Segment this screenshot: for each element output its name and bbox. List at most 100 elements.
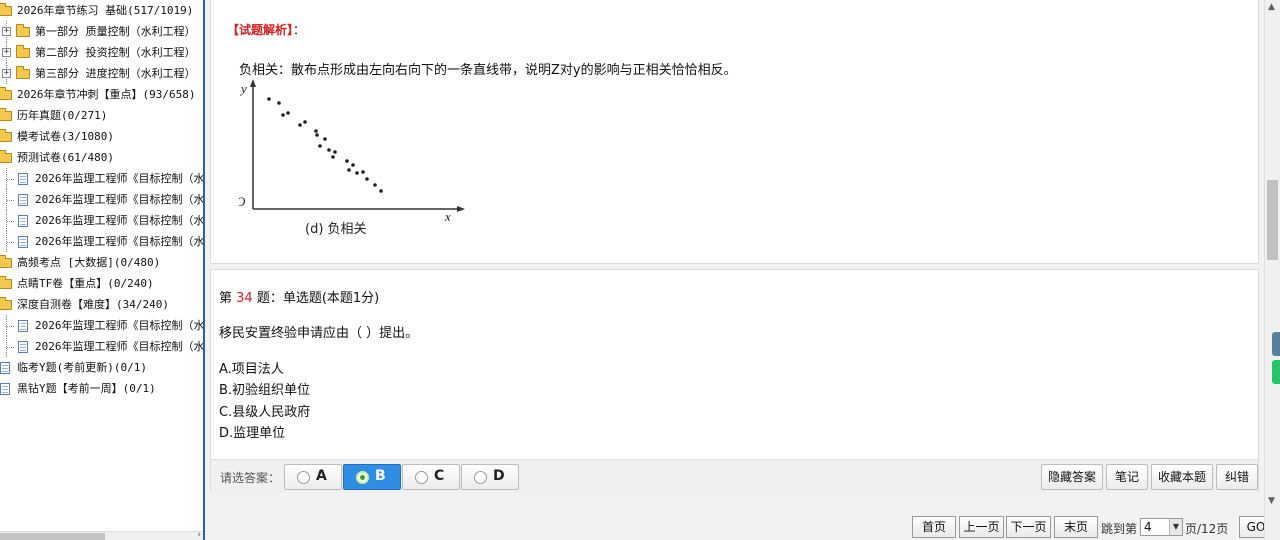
tree-guide-line — [7, 179, 14, 180]
scatter-point — [333, 150, 337, 154]
tree-horizontal-scrollbar[interactable]: › — [0, 530, 203, 540]
pagination: 首页 上一页 下一页 末页 跳到第 4 ▼ 页/12页 GO — [205, 514, 1264, 540]
scroll-up-icon[interactable]: ▲ — [1268, 2, 1275, 12]
tree-node[interactable]: 点睛TF卷【重点】(0/240) — [0, 273, 203, 294]
report-error-button[interactable]: 纠错 — [1216, 464, 1258, 490]
tree-scroll-thumb[interactable] — [0, 533, 105, 540]
page-select[interactable]: 4 ▼ — [1140, 518, 1183, 536]
choice-a-button[interactable]: A — [284, 464, 342, 490]
document-icon — [0, 383, 10, 395]
folder-icon — [0, 129, 12, 142]
scroll-down-icon[interactable]: ▼ — [1268, 496, 1275, 506]
first-page-button[interactable]: 首页 — [912, 516, 956, 538]
folder-open-icon — [0, 3, 12, 16]
tree-guide-line — [7, 347, 14, 348]
scatter-points — [267, 97, 383, 193]
choice-c-button[interactable]: C — [402, 464, 460, 490]
tree-node[interactable]: + 第二部分 投资控制（水利工程） — [0, 42, 203, 63]
notes-button[interactable]: 笔记 — [1106, 464, 1148, 490]
tree-node[interactable]: 模考试卷(3/1080) — [0, 126, 203, 147]
question-panel: 第 34 题：单选题(本题1分) 移民安置终验申请应由（ ）提出。 A.项目法人… — [210, 269, 1259, 493]
document-icon — [18, 215, 28, 227]
bookmark-question-button[interactable]: 收藏本题 — [1151, 464, 1213, 490]
negative-correlation-scatter-figure: y x O — [239, 79, 465, 237]
tree-node[interactable]: 临考Y题(考前更新)(0/1) — [0, 357, 203, 378]
tree-node-label: 2026年章节冲刺【重点】(93/658) — [17, 88, 196, 101]
scatter-point — [327, 148, 331, 152]
folder-icon — [0, 108, 12, 121]
folder-icon — [0, 276, 12, 289]
expand-plus-icon[interactable]: + — [2, 27, 11, 36]
scatter-point — [281, 113, 285, 117]
tree-node-label: 高频考点 [大数据](0/480) — [17, 256, 161, 269]
scatter-point — [323, 137, 327, 141]
figure-x-label: x — [444, 209, 451, 224]
option-b: B.初验组织单位 — [219, 383, 311, 398]
radio-checked-icon — [356, 471, 369, 484]
expand-plus-icon[interactable]: + — [2, 69, 11, 78]
scatter-point — [277, 101, 281, 105]
tree-node[interactable]: 2026年章节练习 基础(517/1019) — [0, 0, 203, 21]
tree-node[interactable]: 预测试卷(61/480) — [0, 147, 203, 168]
last-page-button[interactable]: 末页 — [1054, 516, 1098, 538]
side-tab-1[interactable] — [1272, 332, 1280, 356]
scatter-point — [303, 120, 307, 124]
tree-node[interactable]: 历年真题(0/271) — [0, 105, 203, 126]
option-a: A.项目法人 — [219, 362, 284, 377]
figure-caption: (d) 负相关 — [305, 222, 367, 237]
folder-icon — [16, 24, 30, 37]
side-tab-2[interactable] — [1272, 360, 1280, 384]
radio-icon — [415, 471, 428, 484]
scatter-point — [351, 163, 355, 167]
tree-node[interactable]: 2026年监理工程师《目标控制（水利工程）》 — [0, 231, 203, 252]
tree-node-label: 2026年监理工程师《目标控制（水利工程）》 — [35, 235, 203, 248]
tree-node-label: 历年真题(0/271) — [17, 109, 108, 122]
tree-node-label: 预测试卷(61/480) — [17, 151, 114, 164]
option-d: D.监理单位 — [219, 426, 286, 441]
choice-b-button[interactable]: B — [343, 464, 401, 490]
choice-d-button[interactable]: D — [461, 464, 519, 490]
analysis-title: 【试题解析】： — [227, 23, 306, 37]
tree-node[interactable]: 2026年监理工程师《目标控制（水利工程）》 — [0, 168, 203, 189]
scatter-point — [267, 97, 271, 101]
next-page-button[interactable]: 下一页 — [1006, 516, 1051, 538]
expand-plus-icon[interactable]: + — [2, 48, 11, 57]
tree-node[interactable]: 2026年章节冲刺【重点】(93/658) — [0, 84, 203, 105]
tree-node[interactable]: 黑钻Y题【考前一周】(0/1) — [0, 378, 203, 399]
tree-node[interactable]: 深度自测卷【难度】(34/240) — [0, 294, 203, 315]
tree-node-label: 模考试卷(3/1080) — [17, 130, 114, 143]
document-icon — [18, 236, 28, 248]
scatter-point — [361, 170, 365, 174]
tree-node-label: 2026年监理工程师《目标控制（水利工程）》 — [35, 319, 203, 332]
prev-page-button[interactable]: 上一页 — [959, 516, 1004, 538]
radio-icon — [474, 471, 487, 484]
side-floating-tabs[interactable] — [1272, 332, 1280, 388]
question-stem: 移民安置终验申请应由（ ）提出。 — [219, 326, 419, 341]
folder-icon — [0, 255, 12, 268]
main-vertical-scrollbar[interactable]: ▲ ▼ — [1264, 0, 1280, 540]
document-icon — [18, 320, 28, 332]
tree-node[interactable]: 2026年监理工程师《目标控制（水利工程）》 — [0, 189, 203, 210]
scatter-point — [379, 189, 383, 193]
scroll-thumb[interactable] — [1267, 180, 1278, 260]
analysis-panel: 【试题解析】： 负相关：散布点形成由左向右向下的一条直线带，说明Z对y的影响与正… — [210, 0, 1259, 264]
total-pages-label: 页/12页 — [1185, 522, 1229, 536]
tree-node[interactable]: 高频考点 [大数据](0/480) — [0, 252, 203, 273]
tree-node[interactable]: 2026年监理工程师《目标控制（水利工程）》 — [0, 336, 203, 357]
go-button[interactable]: GO — [1239, 516, 1264, 538]
tree-node[interactable]: + 第一部分 质量控制（水利工程） — [0, 21, 203, 42]
tree-node[interactable]: + 第三部分 进度控制（水利工程） — [0, 63, 203, 84]
radio-icon — [297, 471, 310, 484]
tree-node[interactable]: 2026年监理工程师《目标控制（水利工程）》 — [0, 210, 203, 231]
document-icon — [18, 173, 28, 185]
tree-node-label: 深度自测卷【难度】(34/240) — [17, 298, 169, 311]
tree-guide-line — [7, 221, 14, 222]
chevron-right-icon[interactable]: › — [197, 530, 201, 540]
folder-icon — [0, 87, 12, 100]
hide-answer-button[interactable]: 隐藏答案 — [1041, 464, 1103, 490]
tree-node-label: 第一部分 质量控制（水利工程） — [35, 25, 196, 38]
tree-node[interactable]: 2026年监理工程师《目标控制（水利工程）》 — [0, 315, 203, 336]
scatter-point — [315, 133, 319, 137]
scatter-point — [345, 159, 349, 163]
folder-icon — [16, 45, 30, 58]
